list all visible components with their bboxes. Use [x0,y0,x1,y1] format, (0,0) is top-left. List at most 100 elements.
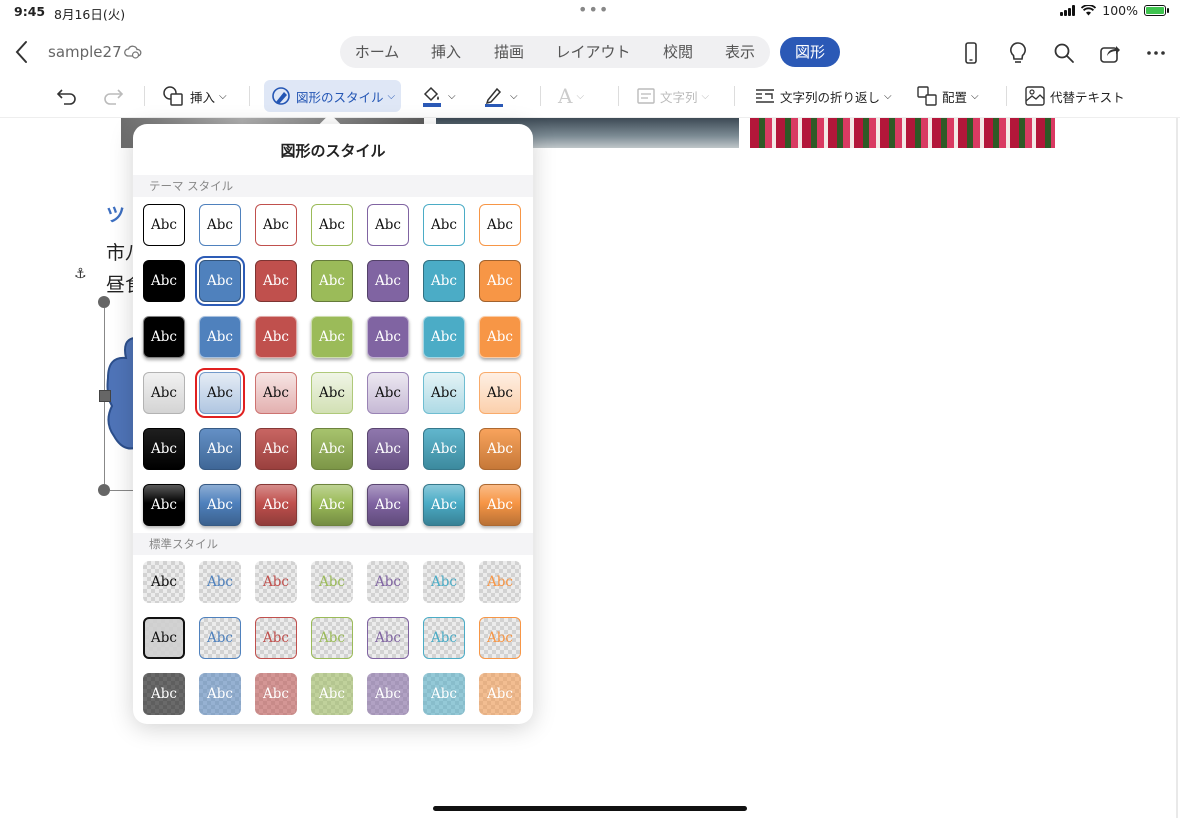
standard-style-swatch[interactable]: Abc [311,561,353,603]
chevron-down-icon: ⌵ [971,90,979,102]
redo-button[interactable] [100,80,126,112]
share-icon[interactable] [1097,40,1123,66]
standard-style-swatch[interactable]: Abc [423,673,465,715]
theme-style-swatch[interactable]: Abc [143,372,185,414]
text-wrap-label: 文字列の折り返し [780,89,881,105]
multitasking-dots-icon[interactable]: ••• [578,0,609,19]
theme-style-swatch[interactable]: Abc [199,428,241,470]
theme-style-swatch[interactable]: Abc [311,316,353,358]
theme-style-swatch[interactable]: Abc [199,484,241,526]
theme-style-swatch[interactable]: Abc [255,428,297,470]
standard-style-swatch[interactable]: Abc [143,673,185,715]
theme-style-swatch[interactable]: Abc [479,260,521,302]
theme-style-swatch[interactable]: Abc [255,372,297,414]
text-effects-button[interactable]: A ⌵ [558,80,584,112]
theme-style-swatch[interactable]: Abc [255,484,297,526]
tab-review[interactable]: 校閲 [652,36,704,68]
standard-style-swatch[interactable]: Abc [255,561,297,603]
theme-style-swatch[interactable]: Abc [367,428,409,470]
document-title[interactable]: sample27 [48,43,122,61]
standard-style-swatch[interactable]: Abc [143,561,185,603]
standard-style-swatch[interactable]: Abc [199,561,241,603]
theme-style-swatch[interactable]: Abc [423,316,465,358]
shape-style-button[interactable]: 図形のスタイル ⌵ [264,80,402,112]
theme-style-swatch[interactable]: Abc [367,204,409,246]
ribbon-divider [144,86,145,106]
lightbulb-icon[interactable] [1005,40,1031,66]
theme-style-swatch[interactable]: Abc [367,316,409,358]
theme-style-swatch[interactable]: Abc [143,484,185,526]
document-heading: ツ [106,204,126,226]
resize-handle[interactable] [99,390,111,402]
standard-style-swatch[interactable]: Abc [311,673,353,715]
alt-text-button[interactable]: 代替テキスト [1024,80,1125,112]
tab-view[interactable]: 表示 [714,36,766,68]
standard-style-swatch[interactable]: Abc [423,561,465,603]
undo-button[interactable] [54,80,80,112]
theme-style-swatch[interactable]: Abc [311,428,353,470]
theme-style-swatch[interactable]: Abc [479,204,521,246]
theme-style-swatch[interactable]: Abc [143,260,185,302]
standard-style-swatch[interactable]: Abc [255,617,297,659]
text-direction-button[interactable]: 文字列 ⌵ [636,80,709,112]
standard-style-swatch[interactable]: Abc [423,617,465,659]
tab-layout[interactable]: レイアウト [550,36,636,68]
standard-style-swatch[interactable]: Abc [367,673,409,715]
back-chevron-icon[interactable] [10,38,34,66]
theme-style-swatch[interactable]: Abc [479,372,521,414]
standard-style-swatch[interactable]: Abc [367,561,409,603]
theme-style-swatch[interactable]: Abc [479,316,521,358]
theme-style-swatch[interactable]: Abc [255,204,297,246]
more-options-icon[interactable] [1143,40,1169,66]
resize-handle[interactable] [98,484,110,496]
insert-shape-button[interactable]: 挿入 ⌵ [162,80,227,112]
standard-style-swatch[interactable]: Abc [479,561,521,603]
mobile-view-icon[interactable] [958,40,984,66]
theme-style-swatch[interactable]: Abc [143,204,185,246]
arrange-icon [917,86,937,106]
text-wrap-button[interactable]: 文字列の折り返し ⌵ [754,80,892,112]
tab-draw[interactable]: 描画 [483,36,535,68]
standard-style-swatch[interactable]: Abc [199,673,241,715]
arrange-button[interactable]: 配置 ⌵ [916,80,979,112]
theme-style-swatch[interactable]: Abc [423,204,465,246]
shape-outline-button[interactable]: ⌵ [482,80,518,112]
tab-home[interactable]: ホーム [346,36,408,68]
theme-style-swatch[interactable]: Abc [423,484,465,526]
standard-style-swatch[interactable]: Abc [199,617,241,659]
theme-style-swatch[interactable]: Abc [195,368,245,418]
standard-style-swatch[interactable]: Abc [311,617,353,659]
theme-style-swatch[interactable]: Abc [311,204,353,246]
theme-style-swatch[interactable]: Abc [367,372,409,414]
theme-style-swatch[interactable]: Abc [199,316,241,358]
theme-style-swatch[interactable]: Abc [367,260,409,302]
standard-style-swatch[interactable]: Abc [367,617,409,659]
standard-style-swatch[interactable]: Abc [143,617,185,659]
theme-style-swatch[interactable]: Abc [311,372,353,414]
theme-style-swatch[interactable]: Abc [255,260,297,302]
shape-fill-button[interactable]: ⌵ [420,80,456,112]
document-image[interactable] [750,118,1055,148]
theme-style-swatch[interactable]: Abc [199,204,241,246]
standard-style-swatch[interactable]: Abc [479,673,521,715]
theme-style-swatch[interactable]: Abc [195,256,245,306]
tab-shape[interactable]: 図形 [780,37,840,67]
theme-style-swatch[interactable]: Abc [143,428,185,470]
theme-style-swatch[interactable]: Abc [255,316,297,358]
standard-style-swatch[interactable]: Abc [479,617,521,659]
theme-style-swatch[interactable]: Abc [423,428,465,470]
tab-insert[interactable]: 挿入 [420,36,472,68]
theme-style-swatch[interactable]: Abc [423,260,465,302]
theme-style-swatch[interactable]: Abc [423,372,465,414]
theme-style-swatch[interactable]: Abc [367,484,409,526]
theme-style-swatch[interactable]: Abc [143,316,185,358]
cloud-sync-icon[interactable] [124,44,142,60]
theme-style-swatch[interactable]: Abc [479,484,521,526]
search-icon[interactable] [1051,40,1077,66]
resize-handle[interactable] [98,296,110,308]
theme-style-swatch[interactable]: Abc [311,484,353,526]
standard-style-swatch[interactable]: Abc [255,673,297,715]
theme-style-swatch[interactable]: Abc [311,260,353,302]
status-date: 8月16日(火) [54,7,126,22]
theme-style-swatch[interactable]: Abc [479,428,521,470]
